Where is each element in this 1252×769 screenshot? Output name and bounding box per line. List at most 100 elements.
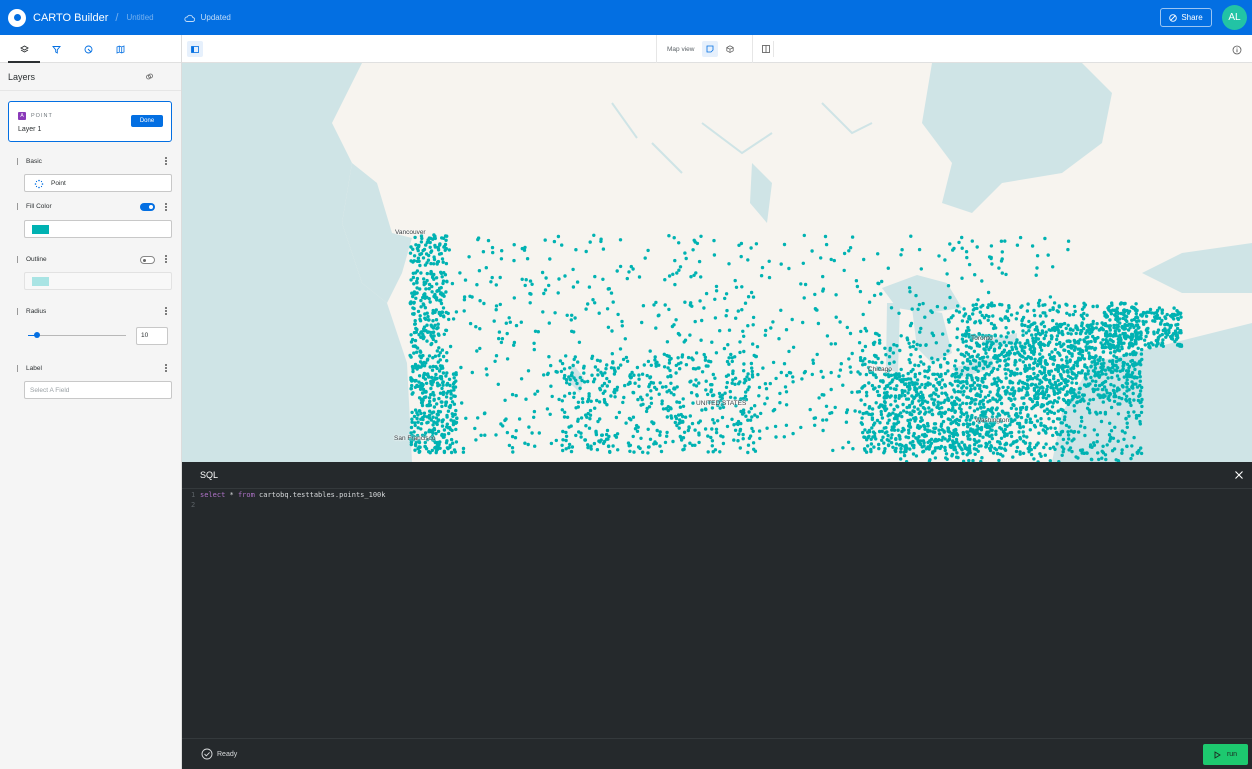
outline-color-picker[interactable]	[24, 272, 172, 290]
map-point	[889, 436, 893, 440]
map-point	[1159, 343, 1163, 347]
map-point	[629, 418, 633, 422]
map-point	[433, 310, 437, 314]
radius-input[interactable]: 10	[136, 327, 168, 345]
radius-slider-track[interactable]	[28, 335, 126, 336]
map-point	[1084, 336, 1088, 340]
map-point	[643, 256, 647, 260]
map-point	[625, 276, 629, 281]
city-label-san-francisco: San Francisco	[394, 435, 436, 442]
user-avatar[interactable]: AL	[1222, 5, 1247, 30]
outline-toggle[interactable]	[140, 256, 155, 264]
map-point	[1114, 355, 1119, 360]
map-name[interactable]: Untitled	[126, 13, 153, 22]
map-point	[410, 383, 414, 388]
map-point	[689, 391, 694, 395]
map-point	[1144, 314, 1149, 318]
label-field-select[interactable]: Select A Field	[24, 381, 172, 399]
map-point	[1151, 319, 1155, 323]
fill-color-menu-icon[interactable]	[165, 203, 168, 211]
map-point	[896, 428, 900, 432]
map-point	[1116, 412, 1121, 416]
map-point	[937, 428, 941, 432]
map-point	[810, 249, 814, 253]
map-point	[1170, 315, 1174, 319]
outline-menu-icon[interactable]	[165, 255, 168, 263]
map-point	[989, 361, 993, 365]
layer-badge: A	[18, 112, 26, 120]
map-point	[899, 450, 903, 454]
radius-slider-thumb[interactable]	[34, 332, 40, 338]
map-point	[929, 393, 934, 397]
info-icon[interactable]	[1232, 42, 1242, 60]
map-point	[975, 431, 980, 435]
toggle-panel-button[interactable]	[187, 41, 203, 57]
map-point	[665, 415, 669, 419]
map-point	[821, 428, 825, 433]
map-point	[411, 312, 415, 316]
map-point	[1070, 439, 1074, 443]
map-point	[756, 372, 760, 377]
map-point	[549, 363, 553, 368]
map-point	[707, 359, 711, 363]
basic-menu-icon[interactable]	[165, 157, 168, 165]
map-point	[790, 317, 794, 322]
sql-query-line[interactable]: select * from cartobq.testtables.points_…	[200, 491, 385, 499]
map-point	[1021, 430, 1025, 434]
sql-keyword: select	[200, 491, 226, 499]
layer-name[interactable]: Layer 1	[18, 126, 41, 133]
map-point	[599, 370, 603, 374]
radius-menu-icon[interactable]	[165, 307, 168, 315]
map-point	[562, 367, 567, 371]
3d-view-button[interactable]	[722, 41, 738, 57]
label-menu-icon[interactable]	[165, 364, 168, 372]
map-point	[948, 434, 952, 438]
share-button[interactable]: Share	[1160, 8, 1212, 27]
fill-color-picker[interactable]	[24, 220, 172, 238]
map-point	[519, 320, 523, 324]
layers-icon[interactable]	[17, 42, 31, 56]
map-point	[1070, 372, 1075, 376]
map-point	[422, 325, 427, 329]
map-point	[704, 364, 708, 368]
line-number: 1	[191, 491, 196, 499]
map-point	[727, 356, 731, 360]
map-point	[977, 426, 981, 431]
done-button[interactable]: Done	[131, 115, 163, 127]
map-point	[426, 238, 430, 242]
map-point	[435, 349, 439, 353]
map-point	[1118, 402, 1122, 406]
map-point	[950, 395, 954, 399]
interactions-icon[interactable]	[81, 42, 95, 56]
map-point	[422, 411, 427, 415]
map-canvas[interactable]: Vancouver Toronto UNITED STATES San Fran…	[182, 63, 1252, 462]
map-point	[883, 346, 887, 350]
map-point	[995, 451, 1000, 456]
map-point	[858, 410, 862, 414]
map-point	[714, 427, 719, 431]
link-icon[interactable]	[145, 72, 154, 81]
map-point	[548, 257, 552, 261]
geometry-type-select[interactable]: Point	[24, 174, 172, 192]
map-point	[997, 446, 1002, 450]
map-point	[1026, 302, 1030, 306]
close-icon[interactable]	[1234, 470, 1244, 480]
map-point	[669, 416, 674, 420]
map-point	[440, 424, 445, 428]
split-view-button[interactable]	[758, 41, 774, 57]
map-point	[428, 451, 432, 455]
fill-color-toggle[interactable]	[140, 203, 155, 211]
map-point	[605, 376, 609, 381]
carto-logo-icon[interactable]	[8, 8, 26, 27]
map-point	[507, 443, 512, 448]
map-point	[615, 385, 620, 389]
map-point	[832, 258, 836, 263]
2d-view-button[interactable]	[702, 41, 719, 57]
layer-card[interactable]: A POINT Layer 1 Done	[8, 101, 172, 142]
run-button[interactable]: run	[1203, 744, 1248, 765]
map-point	[547, 321, 551, 325]
map-point	[478, 346, 482, 351]
filter-icon[interactable]	[49, 42, 63, 56]
map-point	[588, 240, 592, 244]
basemap-icon[interactable]	[113, 42, 127, 56]
